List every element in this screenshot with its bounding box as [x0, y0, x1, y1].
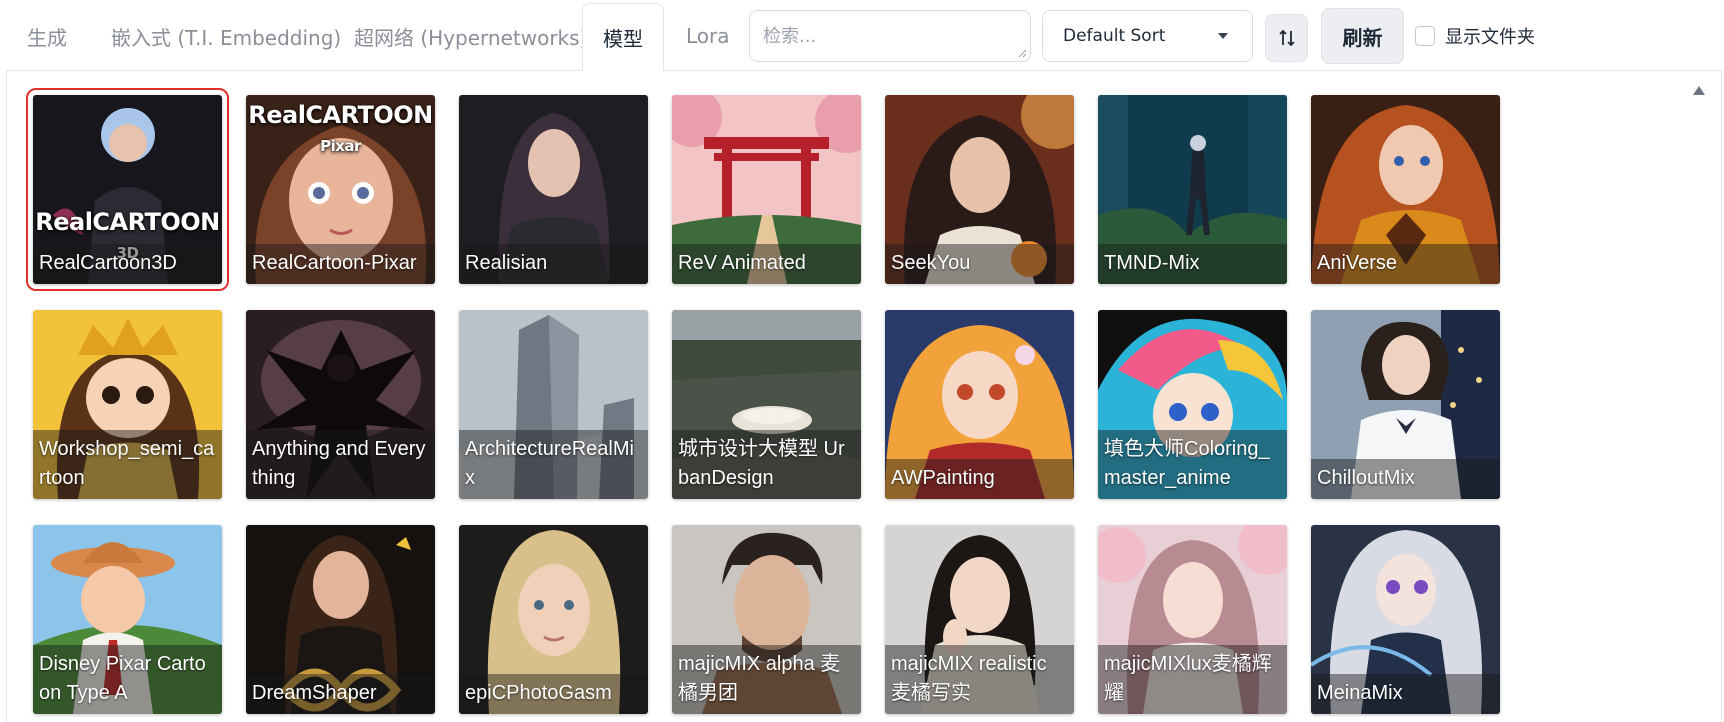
sort-dropdown[interactable]: Default Sort: [1042, 10, 1253, 62]
card-label-bar: Realisian: [459, 244, 648, 284]
tab-label: 生成: [27, 25, 67, 50]
model-card-workshop-semi-cartoon[interactable]: Workshop_semi_cartoon: [33, 310, 222, 499]
card-label-bar: RealCartoon-Pixar: [246, 244, 435, 284]
model-card-architecturerealmix[interactable]: ArchitectureRealMix: [459, 310, 648, 499]
model-card-panel: RealCARTOON 3D RealCartoon3D RealCARTOON…: [6, 70, 1722, 722]
model-card-awpainting[interactable]: AWPainting: [885, 310, 1074, 499]
show-dirs-checkbox[interactable]: [1415, 26, 1435, 46]
tab-generate[interactable]: 生成: [27, 0, 67, 72]
model-card-dreamshaper[interactable]: DreamShaper: [246, 525, 435, 714]
card-title: majicMIX alpha 麦橘男团: [678, 653, 841, 704]
card-label-bar: majicMIXlux麦橘辉耀: [1098, 645, 1287, 714]
card-label-bar: Disney Pixar Cartoon Type A: [33, 645, 222, 714]
card-title: 填色大师Coloring_master_anime: [1104, 438, 1270, 489]
card-label-bar: epiCPhotoGasm: [459, 674, 648, 714]
card-label-bar: ArchitectureRealMix: [459, 430, 648, 499]
model-card-realisian[interactable]: Realisian: [459, 95, 648, 284]
tab-hypernetworks[interactable]: 超网络 (Hypernetworks): [354, 0, 587, 72]
model-card-anything-and-everything[interactable]: Anything and Everything: [246, 310, 435, 499]
card-title: epiCPhotoGasm: [465, 682, 612, 704]
model-card-realcartoon-pixar[interactable]: RealCARTOON Pixar RealCartoon-Pixar: [246, 95, 435, 284]
card-title: Realisian: [465, 252, 548, 274]
model-card-majicmix-realistic[interactable]: majicMIX realistic 麦橘写实: [885, 525, 1074, 714]
card-title: SeekYou: [891, 252, 971, 274]
show-dirs-label: 显示文件夹: [1445, 27, 1535, 48]
model-card-majicmixlux[interactable]: majicMIXlux麦橘辉耀: [1098, 525, 1287, 714]
card-label-bar: 填色大师Coloring_master_anime: [1098, 430, 1287, 499]
card-title: Disney Pixar Cartoon Type A: [39, 653, 206, 704]
card-label-bar: Anything and Everything: [246, 430, 435, 499]
model-card-urbandesign[interactable]: 城市设计大模型 UrbanDesign: [672, 310, 861, 499]
sort-arrows-icon: [1278, 29, 1295, 47]
card-title: Workshop_semi_cartoon: [39, 438, 215, 489]
model-card-aniverse[interactable]: AniVerse: [1311, 95, 1500, 284]
card-title: Anything and Everything: [252, 438, 426, 489]
search-field[interactable]: [749, 10, 1031, 62]
model-card-epicphotogasm[interactable]: epiCPhotoGasm: [459, 525, 648, 714]
card-title: RealCartoon-Pixar: [252, 252, 417, 274]
card-title: AniVerse: [1317, 252, 1398, 274]
scroll-up-arrow-icon[interactable]: [1693, 86, 1705, 95]
card-label-bar: DreamShaper: [246, 674, 435, 714]
search-input[interactable]: [763, 25, 1017, 47]
tab-label: Lora: [686, 24, 730, 48]
card-title: DreamShaper: [252, 682, 377, 704]
card-label-bar: SeekYou: [885, 244, 1074, 284]
card-label-bar: majicMIX alpha 麦橘男团: [672, 645, 861, 714]
card-title: ReV Animated: [678, 252, 806, 274]
resize-grip-icon[interactable]: [1018, 49, 1027, 58]
card-label-bar: Workshop_semi_cartoon: [33, 430, 222, 499]
chevron-down-icon: [1218, 33, 1228, 39]
brand-logo: RealCARTOON Pixar: [248, 101, 433, 155]
model-card-disney-pixar-cartoon[interactable]: Disney Pixar Cartoon Type A: [33, 525, 222, 714]
tab-embedding[interactable]: 嵌入式 (T.I. Embedding): [111, 0, 341, 72]
card-label-bar: TMND-Mix: [1098, 244, 1287, 284]
tab-label: 超网络 (Hypernetworks): [354, 25, 588, 50]
show-dirs-toggle[interactable]: 显示文件夹: [1415, 24, 1535, 48]
card-title: ArchitectureRealMix: [465, 438, 634, 489]
tab-checkpoints[interactable]: 模型: [582, 3, 664, 71]
card-title: ChilloutMix: [1317, 467, 1415, 489]
card-label-bar: ChilloutMix: [1311, 459, 1500, 499]
card-title: MeinaMix: [1317, 682, 1403, 704]
card-title: majicMIX realistic 麦橘写实: [891, 653, 1047, 704]
tab-lora[interactable]: Lora: [686, 0, 730, 72]
card-title: TMND-Mix: [1104, 252, 1200, 274]
refresh-label: 刷新: [1342, 25, 1383, 50]
card-label-bar: 城市设计大模型 UrbanDesign: [672, 430, 861, 499]
refresh-button[interactable]: 刷新: [1321, 8, 1404, 64]
tab-label: 模型: [603, 27, 643, 51]
sort-direction-button[interactable]: [1265, 14, 1308, 62]
model-card-realcartoon3d[interactable]: RealCARTOON 3D RealCartoon3D: [26, 88, 229, 291]
card-title: AWPainting: [891, 467, 995, 489]
tab-label: 嵌入式 (T.I. Embedding): [111, 25, 342, 50]
model-card-majicmix-alpha[interactable]: majicMIX alpha 麦橘男团: [672, 525, 861, 714]
card-label-bar: RealCartoon3D: [33, 244, 222, 284]
model-card-seekyou[interactable]: SeekYou: [885, 95, 1074, 284]
card-title: 城市设计大模型 UrbanDesign: [678, 438, 845, 489]
sort-selected-value: Default Sort: [1063, 26, 1166, 46]
model-card-coloring-master-anime[interactable]: 填色大师Coloring_master_anime: [1098, 310, 1287, 499]
card-label-bar: AWPainting: [885, 459, 1074, 499]
card-title: majicMIXlux麦橘辉耀: [1104, 653, 1272, 704]
model-card-meinamix[interactable]: MeinaMix: [1311, 525, 1500, 714]
card-label-bar: majicMIX realistic 麦橘写实: [885, 645, 1074, 714]
card-label-bar: MeinaMix: [1311, 674, 1500, 714]
model-card-rev-animated[interactable]: ReV Animated: [672, 95, 861, 284]
card-label-bar: ReV Animated: [672, 244, 861, 284]
card-title: RealCartoon3D: [39, 252, 177, 274]
model-card-chilloutmix[interactable]: ChilloutMix: [1311, 310, 1500, 499]
model-card-tmnd-mix[interactable]: TMND-Mix: [1098, 95, 1287, 284]
card-label-bar: AniVerse: [1311, 244, 1500, 284]
